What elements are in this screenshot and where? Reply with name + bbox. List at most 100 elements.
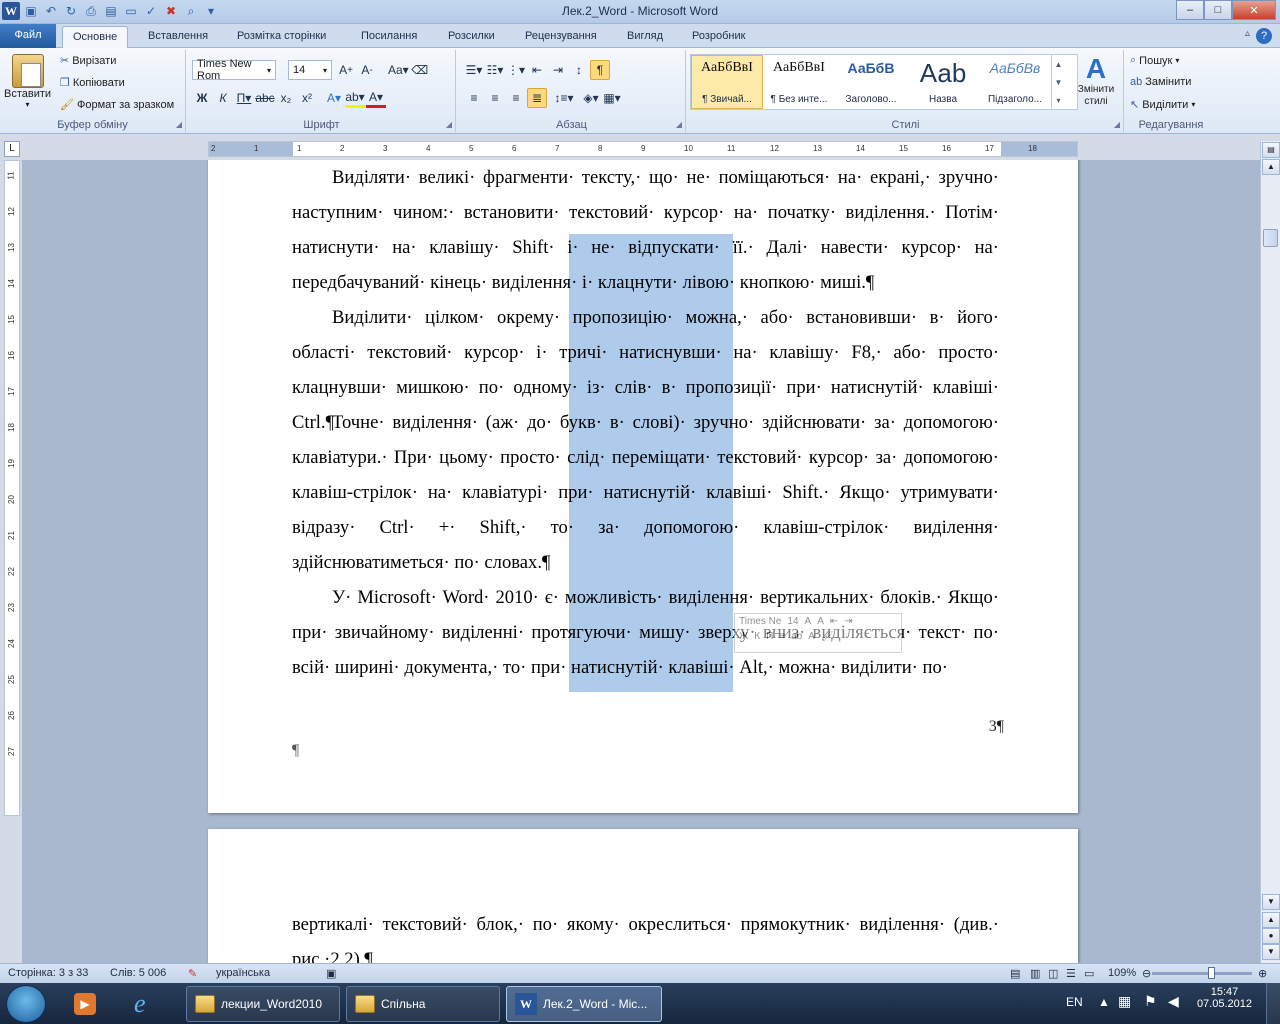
highlight-icon[interactable]: ab xyxy=(791,631,802,642)
decrease-indent-icon[interactable]: ⇤ xyxy=(527,60,547,80)
change-styles-button[interactable]: A Змінити стилі xyxy=(1072,54,1120,108)
grow-font-icon[interactable]: A xyxy=(805,616,812,627)
shrink-font-icon[interactable]: A- xyxy=(357,60,377,80)
align-left-icon[interactable]: ≡ xyxy=(464,88,484,108)
align-icon[interactable]: ≡ xyxy=(779,631,785,642)
font-color-icon[interactable]: A xyxy=(808,631,815,642)
font-size-combo[interactable]: 14 ▾ xyxy=(288,60,332,80)
italic-icon[interactable]: К xyxy=(754,631,760,642)
find-button[interactable]: ⌕ Пошук ▾ xyxy=(1130,54,1179,67)
format-painter-icon[interactable]: 🖌 xyxy=(821,631,834,642)
browse-object-icon[interactable]: ● xyxy=(1262,928,1280,944)
scroll-down-icon[interactable]: ▼ xyxy=(1262,894,1280,910)
increase-indent-icon[interactable]: ⇥ xyxy=(548,60,568,80)
style-title[interactable]: Ааb Назва xyxy=(907,55,979,109)
select-button[interactable]: ↖ Виділити ▾ xyxy=(1130,98,1195,112)
show-desktop-button[interactable] xyxy=(1266,983,1280,1024)
mini-font-family[interactable]: Times Ne xyxy=(739,616,781,627)
shrink-font-icon[interactable]: A xyxy=(817,616,824,627)
tab-selector[interactable]: L xyxy=(4,141,20,157)
scroll-up-icon[interactable]: ▲ xyxy=(1262,159,1280,175)
taskbar-app-folder-shared[interactable]: Спільна xyxy=(346,986,500,1022)
font-color-icon[interactable]: A▾ xyxy=(366,88,386,108)
language-indicator[interactable]: EN xyxy=(1066,995,1083,1009)
style-normal[interactable]: АаБбВвІ ¶ Звичай... xyxy=(691,55,763,109)
show-hidden-icons[interactable]: ▲ xyxy=(1098,995,1110,1009)
outdent-icon[interactable]: ⇥ xyxy=(844,616,852,627)
underline-icon[interactable]: П xyxy=(766,631,773,642)
multilevel-list-icon[interactable]: ⋮▾ xyxy=(506,60,526,80)
highlight-icon[interactable]: ab▾ xyxy=(345,88,365,108)
gallery-scroll[interactable]: ▲ ▼ ▾ xyxy=(1051,55,1065,109)
tab-insert[interactable]: Вставлення xyxy=(138,26,218,48)
clear-formatting-icon[interactable]: ⌫ xyxy=(410,60,430,80)
paragraph[interactable]: вертикалі· текстовий· блок,· по· якому· … xyxy=(292,907,999,963)
flag-icon[interactable]: ⚑ xyxy=(1144,993,1157,1010)
scroll-thumb[interactable] xyxy=(1263,229,1278,247)
taskbar-app-word[interactable]: W Лек.2_Word - Mic... xyxy=(506,986,662,1022)
taskbar-app-folder-lectures[interactable]: лекции_Word2010 xyxy=(186,986,340,1022)
macro-icon[interactable]: ▣ xyxy=(326,967,336,980)
ruler-toggle-icon[interactable]: ▤ xyxy=(1262,142,1280,158)
zoom-in-icon[interactable]: ⊕ xyxy=(1258,967,1267,980)
paste-button[interactable]: Вставити ▾ xyxy=(4,54,51,109)
zoom-knob[interactable] xyxy=(1208,967,1215,979)
next-page-icon[interactable]: ▼ xyxy=(1262,944,1280,960)
subscript-icon[interactable]: x₂ xyxy=(276,88,296,108)
tab-page-layout[interactable]: Розмітка сторінки xyxy=(227,26,336,48)
more-icon[interactable]: ▾ xyxy=(1056,96,1060,105)
internet-explorer-icon[interactable]: e xyxy=(126,986,172,1022)
dialog-launcher-icon[interactable]: ◢ xyxy=(176,120,182,129)
bullets-icon[interactable]: ☰▾ xyxy=(464,60,484,80)
style-no-spacing[interactable]: АаБбВвІ ¶ Без инте... xyxy=(763,55,835,109)
tab-mailings[interactable]: Розсилки xyxy=(438,26,505,48)
full-screen-icon[interactable]: ▥ xyxy=(1030,967,1040,980)
word-count[interactable]: Слів: 5 006 xyxy=(110,967,166,979)
vertical-scrollbar[interactable]: ▤ ▲ ▼ ▲ ● ▼ xyxy=(1260,141,1280,963)
show-marks-icon[interactable]: ¶ xyxy=(590,60,610,80)
outline-icon[interactable]: ☰ xyxy=(1066,967,1076,980)
dialog-launcher-icon[interactable]: ◢ xyxy=(446,120,452,129)
grow-font-icon[interactable]: A + xyxy=(336,60,356,80)
chevron-down-icon[interactable]: ▼ xyxy=(1055,78,1063,87)
zoom-slider[interactable] xyxy=(1152,967,1252,979)
indent-icon[interactable]: ⇤ xyxy=(830,616,838,627)
bold-icon[interactable]: Ж xyxy=(192,88,212,108)
mini-font-size[interactable]: 14 xyxy=(787,616,798,627)
italic-icon[interactable]: К xyxy=(213,88,233,108)
align-center-icon[interactable]: ≡ xyxy=(485,88,505,108)
print-layout-icon[interactable]: ▤ xyxy=(1010,967,1020,980)
style-subtitle[interactable]: АаБбВв Підзаголо... xyxy=(979,55,1051,109)
underline-icon[interactable]: П▾ xyxy=(234,88,254,108)
mini-toolbar[interactable]: Times Ne 14 A A ⇤ ⇥ Ж К П ≡ ab A 🖌 xyxy=(734,613,902,653)
page-count[interactable]: Сторінка: 3 з 33 xyxy=(8,967,88,979)
justify-icon[interactable]: ≣ xyxy=(527,88,547,108)
replace-button[interactable]: ab Замінити xyxy=(1130,76,1191,88)
format-painter-button[interactable]: 🖌 Формат за зразком xyxy=(60,98,174,112)
start-button[interactable] xyxy=(6,985,46,1023)
cut-button[interactable]: ✂ Вирізати xyxy=(60,54,116,68)
tab-references[interactable]: Посилання xyxy=(351,26,427,48)
dialog-launcher-icon[interactable]: ◢ xyxy=(1114,120,1120,129)
previous-page-icon[interactable]: ▲ xyxy=(1262,912,1280,928)
style-heading[interactable]: АаБбВ Заголово... xyxy=(835,55,907,109)
page[interactable]: вертикалі· текстовий· блок,· по· якому· … xyxy=(208,829,1078,963)
language[interactable]: українська xyxy=(216,967,270,979)
help-icon[interactable]: ? xyxy=(1256,28,1272,44)
tab-review[interactable]: Рецензування xyxy=(515,26,607,48)
align-right-icon[interactable]: ≡ xyxy=(506,88,526,108)
line-spacing-icon[interactable]: ↕≡▾ xyxy=(554,88,574,108)
proofing-icon[interactable]: ✎ xyxy=(188,967,197,980)
text-effects-icon[interactable]: A▾ xyxy=(324,88,344,108)
zoom-out-icon[interactable]: ⊖ xyxy=(1142,967,1151,980)
draft-icon[interactable]: ▭ xyxy=(1084,967,1094,980)
clock[interactable]: 15:47 07.05.2012 xyxy=(1197,986,1252,1010)
shading-icon[interactable]: ◈▾ xyxy=(581,88,601,108)
tab-view[interactable]: Вигляд xyxy=(617,26,673,48)
tab-file[interactable]: Файл xyxy=(0,24,56,48)
strikethrough-icon[interactable]: abc xyxy=(255,88,275,108)
bold-icon[interactable]: Ж xyxy=(739,631,748,642)
dialog-launcher-icon[interactable]: ◢ xyxy=(676,120,682,129)
network-icon[interactable]: ▦ xyxy=(1118,993,1131,1010)
volume-icon[interactable]: ◀ xyxy=(1168,993,1179,1010)
